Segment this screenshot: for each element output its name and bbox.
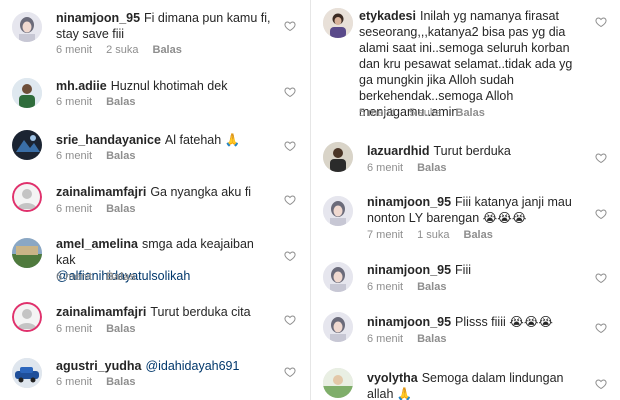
comment-username[interactable]: ninamjoon_95 bbox=[367, 315, 451, 329]
person-avatar[interactable] bbox=[323, 8, 353, 38]
person-avatar[interactable] bbox=[323, 142, 353, 172]
girl-avatar[interactable] bbox=[12, 12, 42, 42]
comment-username[interactable]: agustri_yudha bbox=[56, 359, 141, 373]
comment-meta: 6 menit Balas bbox=[367, 280, 460, 294]
car-avatar[interactable] bbox=[12, 358, 42, 388]
comment-time: 6 menit bbox=[367, 333, 404, 345]
comment-text: Ga nyangka aku fi bbox=[150, 185, 252, 199]
reply-button[interactable]: Balas bbox=[106, 149, 135, 163]
comment-time: 6 menit bbox=[56, 96, 93, 108]
comment-time: 6 menit bbox=[367, 162, 404, 174]
comment-time: 6 menit bbox=[56, 150, 93, 162]
comment-text: Plisss fiiii 😭😭😭 bbox=[455, 315, 554, 329]
like-heart-icon[interactable] bbox=[284, 140, 296, 152]
comment-meta: 5 menit 5 suka Balas bbox=[359, 106, 499, 120]
comment-meta: 6 menit Balas bbox=[56, 322, 149, 336]
girl-avatar[interactable] bbox=[323, 312, 353, 342]
comment-meta: 6 menit Balas bbox=[56, 270, 149, 284]
comment-time: 6 menit bbox=[56, 271, 93, 283]
comment-time: 6 menit bbox=[56, 44, 93, 56]
comment-username[interactable]: ninamjoon_95 bbox=[367, 195, 451, 209]
like-heart-icon[interactable] bbox=[595, 322, 607, 334]
like-heart-icon[interactable] bbox=[284, 194, 296, 206]
comment-meta: 6 menit Balas bbox=[56, 149, 149, 163]
comment-likes[interactable]: 5 suka bbox=[409, 106, 441, 120]
reply-button[interactable]: Balas bbox=[106, 375, 135, 389]
comment-username[interactable]: vyolytha bbox=[367, 371, 418, 385]
like-heart-icon[interactable] bbox=[284, 86, 296, 98]
like-heart-icon[interactable] bbox=[595, 208, 607, 220]
comment-username[interactable]: ninamjoon_95 bbox=[367, 263, 451, 277]
like-heart-icon[interactable] bbox=[284, 314, 296, 326]
like-heart-icon[interactable] bbox=[595, 152, 607, 164]
comment-text: Al fatehah 🙏 bbox=[164, 133, 241, 147]
comment-text: Fiii bbox=[455, 263, 472, 277]
default-avatar[interactable] bbox=[12, 182, 42, 212]
comment-text: Huznul khotimah dek bbox=[110, 79, 228, 93]
comment-username[interactable]: etykadesi bbox=[359, 9, 416, 23]
comment-time: 5 menit bbox=[359, 107, 396, 119]
comment-time: 6 menit bbox=[56, 203, 93, 215]
comment-meta: 6 menit Balas bbox=[56, 202, 149, 216]
comment-username[interactable]: srie_handayanice bbox=[56, 133, 161, 147]
like-heart-icon[interactable] bbox=[595, 272, 607, 284]
comment-meta: 6 menit 2 suka Balas bbox=[56, 43, 196, 57]
right-comment-column: etykadesi Inilah yg namanya firasat seseo… bbox=[310, 0, 620, 400]
comment-username[interactable]: zainalimamfajri bbox=[56, 185, 146, 199]
mention-link[interactable]: @idahidayah691 bbox=[145, 359, 239, 373]
comment-time: 6 menit bbox=[56, 376, 93, 388]
default-avatar[interactable] bbox=[12, 302, 42, 332]
like-heart-icon[interactable] bbox=[595, 378, 607, 390]
comment-meta: 7 menit 1 suka Balas bbox=[367, 228, 507, 242]
comment-username[interactable]: zainalimamfajri bbox=[56, 305, 146, 319]
like-heart-icon[interactable] bbox=[284, 250, 296, 262]
comment-text: Turut berduka bbox=[433, 144, 511, 158]
comment-likes[interactable]: 1 suka bbox=[417, 228, 449, 242]
comment-time: 6 menit bbox=[56, 323, 93, 335]
comment-text: Turut berduka cita bbox=[150, 305, 251, 319]
comment-meta: 6 menit Balas bbox=[56, 375, 149, 389]
girl-avatar[interactable] bbox=[323, 262, 353, 292]
comment-username[interactable]: ninamjoon_95 bbox=[56, 11, 140, 25]
comment-time: 7 menit bbox=[367, 229, 404, 241]
reply-button[interactable]: Balas bbox=[417, 332, 446, 346]
like-heart-icon[interactable] bbox=[284, 366, 296, 378]
reply-button[interactable]: Balas bbox=[417, 280, 446, 294]
girl-avatar[interactable] bbox=[323, 196, 353, 226]
photo-avatar[interactable] bbox=[323, 368, 353, 398]
comment-username[interactable]: mh.adiie bbox=[56, 79, 107, 93]
reply-button[interactable]: Balas bbox=[153, 43, 182, 57]
comment-meta: 6 menit Balas bbox=[367, 161, 460, 175]
reply-button[interactable]: Balas bbox=[106, 202, 135, 216]
reply-button[interactable]: Balas bbox=[106, 95, 135, 109]
reply-button[interactable]: Balas bbox=[106, 322, 135, 336]
comment-likes[interactable]: 2 suka bbox=[106, 43, 138, 57]
comment-username[interactable]: lazuardhid bbox=[367, 144, 430, 158]
comment-time: 6 menit bbox=[367, 281, 404, 293]
comment-meta: 6 menit Balas bbox=[367, 332, 460, 346]
left-comment-column: ninamjoon_95 Fi dimana pun kamu fi, stay … bbox=[0, 0, 310, 400]
dark-avatar[interactable] bbox=[12, 130, 42, 160]
like-heart-icon[interactable] bbox=[284, 20, 296, 32]
comment-username[interactable]: amel_amelina bbox=[56, 237, 138, 251]
person-avatar[interactable] bbox=[12, 78, 42, 108]
comment-text: Inilah yg namanya firasat seseorang,,,ka… bbox=[359, 9, 573, 119]
reply-button[interactable]: Balas bbox=[106, 270, 135, 284]
like-heart-icon[interactable] bbox=[595, 16, 607, 28]
reply-button[interactable]: Balas bbox=[417, 161, 446, 175]
reply-button[interactable]: Balas bbox=[464, 228, 493, 242]
photo-avatar[interactable] bbox=[12, 238, 42, 268]
reply-button[interactable]: Balas bbox=[456, 106, 485, 120]
comment-meta: 6 menit Balas bbox=[56, 95, 149, 109]
